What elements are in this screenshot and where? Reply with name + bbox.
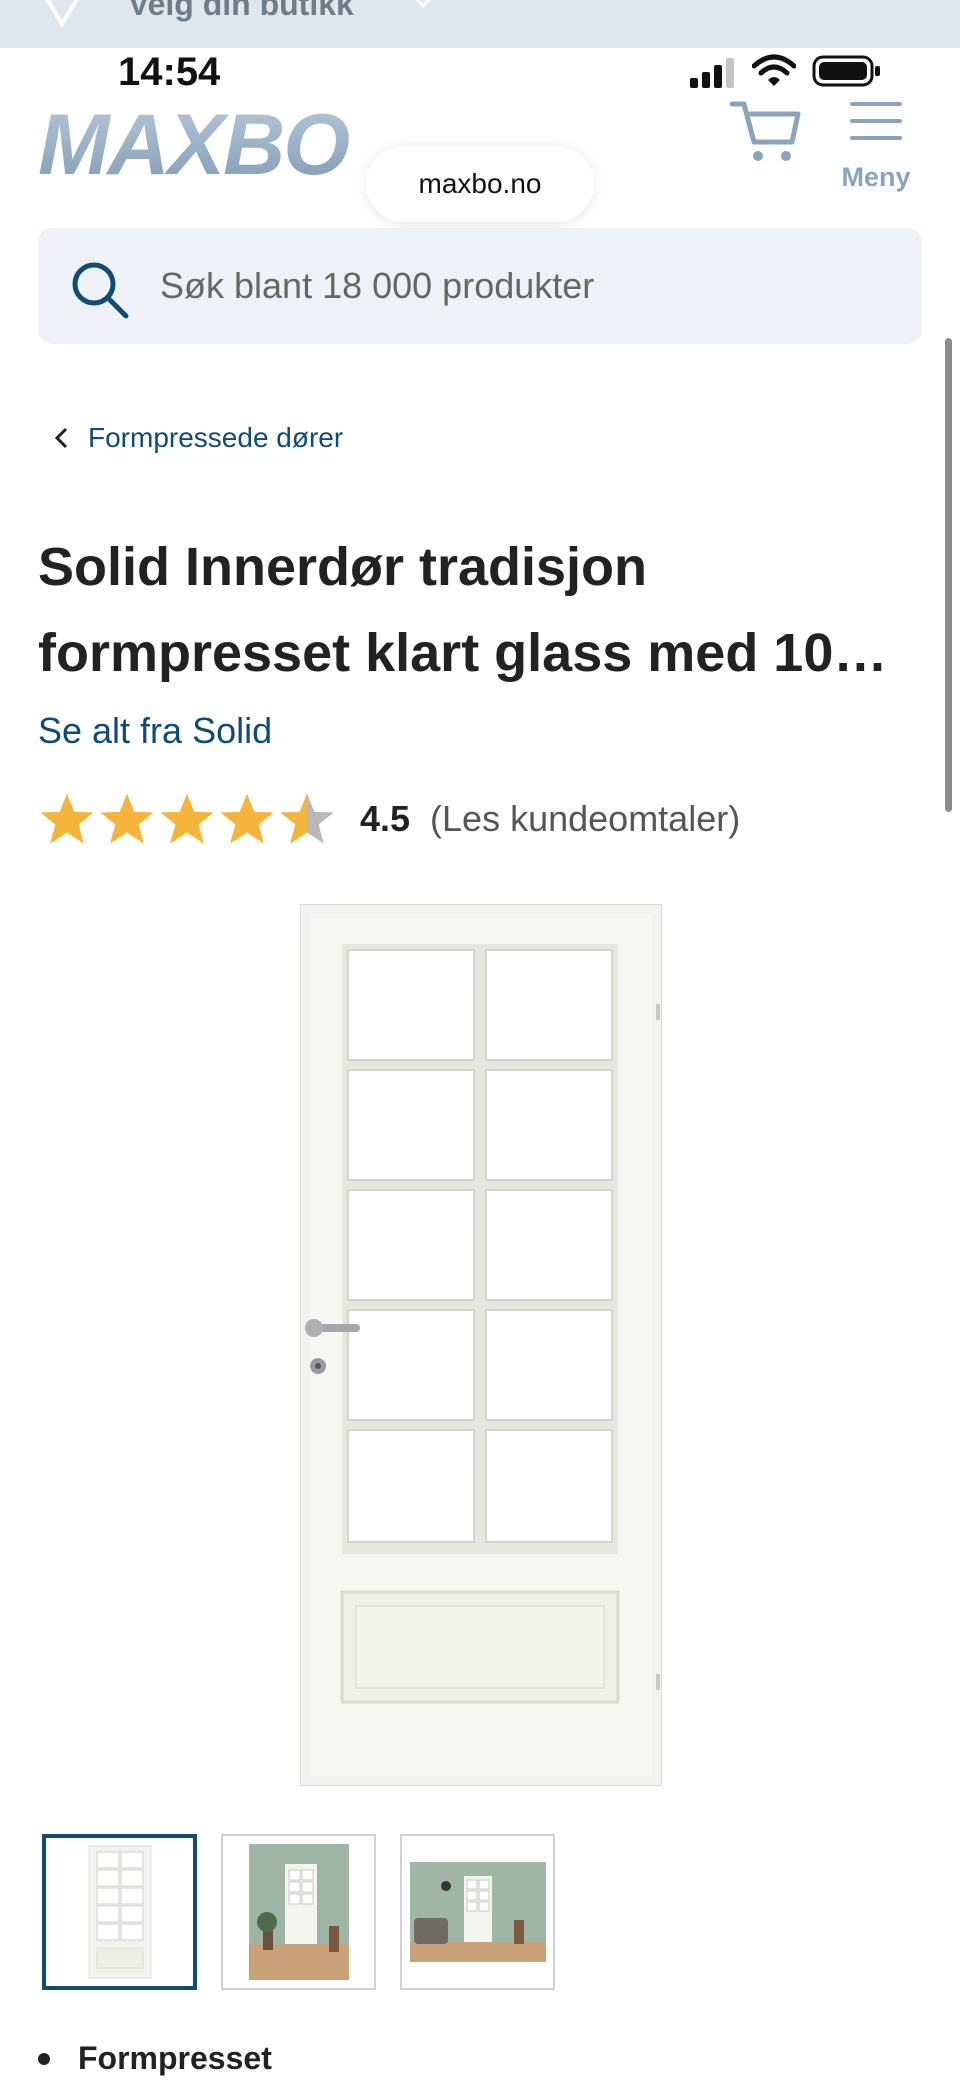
chevron-down-icon xyxy=(415,0,431,9)
feature-text: Formpresset xyxy=(78,2040,272,2076)
star-icon xyxy=(220,793,274,844)
store-selector-label: Velg din butikk xyxy=(128,0,354,22)
star-icon xyxy=(160,793,214,844)
cart-icon[interactable] xyxy=(730,98,802,164)
menu-label: Meny xyxy=(841,162,911,192)
thumbnail-room-image xyxy=(248,1844,349,1980)
url-address-pill[interactable]: maxbo.no xyxy=(366,146,594,222)
hamburger-menu-icon xyxy=(850,102,902,140)
store-selector-bar[interactable]: Velg din butikk xyxy=(0,0,960,48)
status-time: 14:54 xyxy=(118,50,221,94)
thumbnail-room-image xyxy=(409,1862,546,1962)
rating-value: 4.5 xyxy=(360,798,411,839)
menu-button[interactable]: Meny xyxy=(836,98,916,198)
star-icon xyxy=(40,793,94,844)
feature-item: Formpresset xyxy=(38,2040,272,2077)
product-title: Solid Innerdør tradisjon formpresset kla… xyxy=(38,537,888,683)
brand-link[interactable]: Se alt fra Solid xyxy=(38,710,272,752)
location-pin-icon xyxy=(45,0,79,28)
wifi-icon xyxy=(752,54,796,86)
rating-stars xyxy=(38,790,336,848)
thumbnail-gallery xyxy=(42,1834,555,1990)
page-scrollbar[interactable] xyxy=(945,338,952,812)
svg-text:MAXBO: MAXBO xyxy=(38,108,349,184)
reviews-link[interactable]: (Les kundeomtaler) xyxy=(430,798,740,840)
battery-icon xyxy=(812,55,880,87)
search-icon xyxy=(72,262,129,319)
breadcrumb-link[interactable]: Formpressede dører xyxy=(88,422,343,454)
thumbnail-2[interactable] xyxy=(221,1834,376,1990)
search-bar[interactable] xyxy=(38,228,922,344)
chevron-left-icon xyxy=(54,427,68,449)
cellular-signal-icon xyxy=(690,58,734,88)
thumbnail-1[interactable] xyxy=(42,1834,197,1990)
feature-list: Formpresset xyxy=(38,2040,272,2077)
thumbnail-3[interactable] xyxy=(400,1834,555,1990)
search-input[interactable] xyxy=(160,252,880,320)
thumbnail-door-image xyxy=(88,1845,151,1979)
breadcrumb[interactable]: Formpressede dører xyxy=(54,422,343,454)
star-icon xyxy=(100,793,154,844)
product-image-door[interactable] xyxy=(300,904,662,1786)
bullet-dot xyxy=(38,2052,50,2065)
star-half-icon xyxy=(280,793,334,844)
product-rating[interactable]: 4.5 (Les kundeomtaler) xyxy=(38,790,740,848)
